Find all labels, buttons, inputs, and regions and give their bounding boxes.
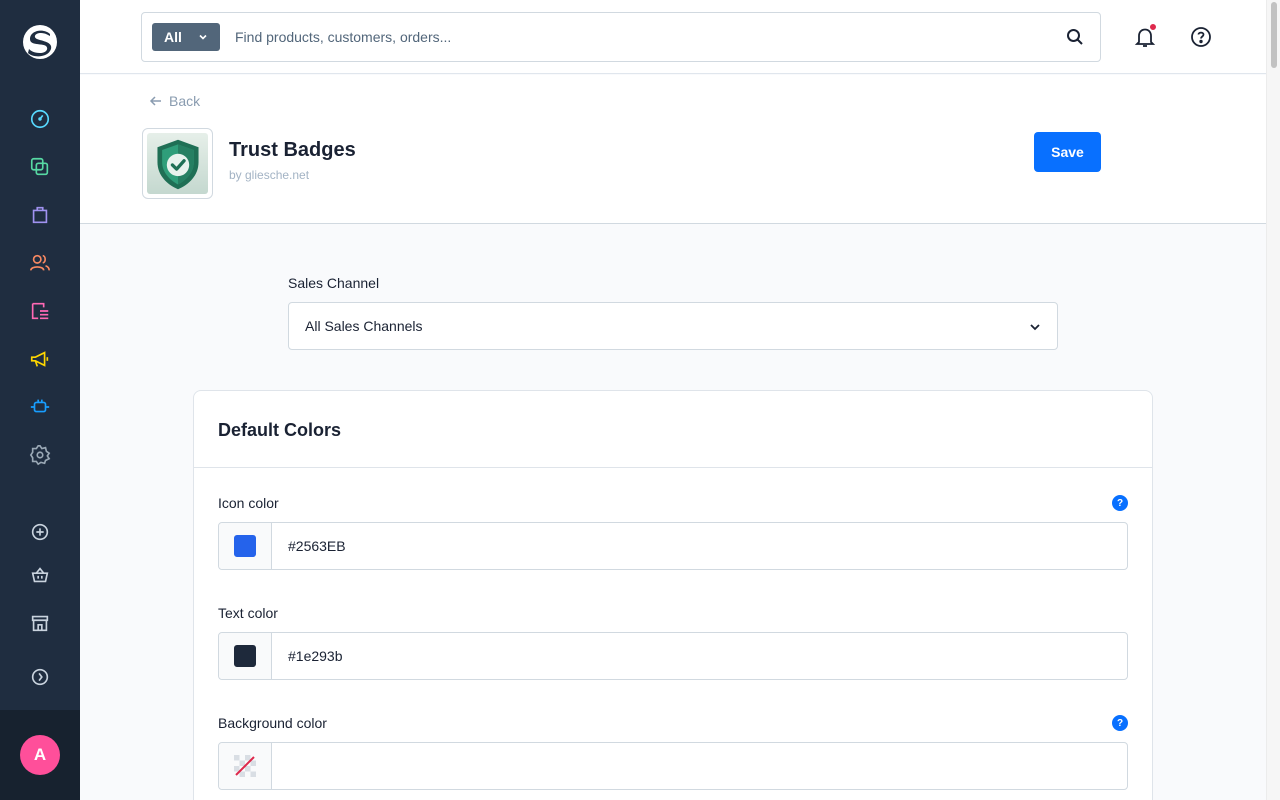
- notifications-button[interactable]: [1133, 23, 1157, 49]
- dashboard-icon[interactable]: [28, 107, 52, 131]
- notification-dot: [1149, 23, 1157, 31]
- search-input[interactable]: [235, 26, 1035, 48]
- app-logo: [142, 128, 213, 199]
- back-link[interactable]: Back: [149, 93, 200, 109]
- shield-check-icon: [156, 139, 199, 189]
- icon-color-picker[interactable]: [219, 523, 272, 569]
- settings-icon[interactable]: [28, 443, 52, 467]
- expand-icon[interactable]: [28, 665, 52, 689]
- page-title: Trust Badges: [229, 139, 356, 161]
- sales-channel-value: All Sales Channels: [305, 318, 423, 334]
- default-colors-card: Default Colors Icon color ? Text color B…: [193, 390, 1153, 800]
- text-color-picker[interactable]: [219, 633, 272, 679]
- text-color-label: Text color: [218, 605, 278, 621]
- back-label: Back: [169, 93, 201, 109]
- icon-color-input[interactable]: [288, 535, 1108, 557]
- text-color-field: [218, 632, 1128, 680]
- customers-icon[interactable]: [28, 251, 52, 275]
- add-icon[interactable]: [28, 520, 52, 544]
- background-color-label: Background color: [218, 715, 327, 731]
- sales-channel-label: Sales Channel: [288, 275, 380, 291]
- card-header: Default Colors: [194, 391, 1152, 468]
- extensions-icon[interactable]: [28, 395, 52, 419]
- icon-color-help-icon[interactable]: ?: [1112, 495, 1128, 511]
- help-button[interactable]: [1189, 25, 1213, 49]
- search-type-label: All: [164, 29, 182, 45]
- catalogues-icon[interactable]: [28, 155, 52, 179]
- color-swatch: [234, 535, 256, 557]
- icon-color-field: [218, 522, 1128, 570]
- sidebar: A: [0, 0, 80, 800]
- text-color-input[interactable]: [288, 645, 1108, 667]
- scrollbar-thumb[interactable]: [1271, 2, 1277, 68]
- topbar: All: [80, 0, 1266, 74]
- icon-color-label: Icon color: [218, 495, 279, 511]
- no-color-icon: [234, 755, 256, 777]
- avatar[interactable]: A: [20, 735, 60, 775]
- marketing-icon[interactable]: [28, 347, 52, 371]
- content-icon[interactable]: [28, 299, 52, 323]
- card-title: Default Colors: [218, 420, 342, 440]
- background-color-field: [218, 742, 1128, 790]
- background-color-input[interactable]: [288, 755, 1108, 777]
- search-icon[interactable]: [1066, 28, 1084, 46]
- background-color-help-icon[interactable]: ?: [1112, 715, 1128, 731]
- sales-channel-select[interactable]: All Sales Channels: [288, 302, 1058, 350]
- app-author: by gliesche.net: [229, 168, 310, 182]
- storefront-icon[interactable]: [28, 611, 52, 635]
- global-search: All: [141, 12, 1101, 62]
- save-button[interactable]: Save: [1034, 132, 1101, 172]
- help-circle-icon: [1191, 27, 1211, 47]
- basket-icon[interactable]: [28, 563, 52, 587]
- search-type-dropdown[interactable]: All: [152, 23, 220, 51]
- chevron-down-icon: [1030, 324, 1040, 331]
- color-swatch: [234, 645, 256, 667]
- chevron-down-icon: [199, 34, 207, 40]
- user-area: A: [0, 710, 80, 800]
- background-color-picker[interactable]: [219, 743, 272, 789]
- shopware-logo-icon[interactable]: [20, 22, 60, 62]
- orders-icon[interactable]: [28, 203, 52, 227]
- page-scrollbar[interactable]: [1266, 0, 1280, 800]
- app-header: Back Trust Badges by gliesche.net Save: [80, 75, 1266, 224]
- arrow-left-icon: [149, 96, 161, 106]
